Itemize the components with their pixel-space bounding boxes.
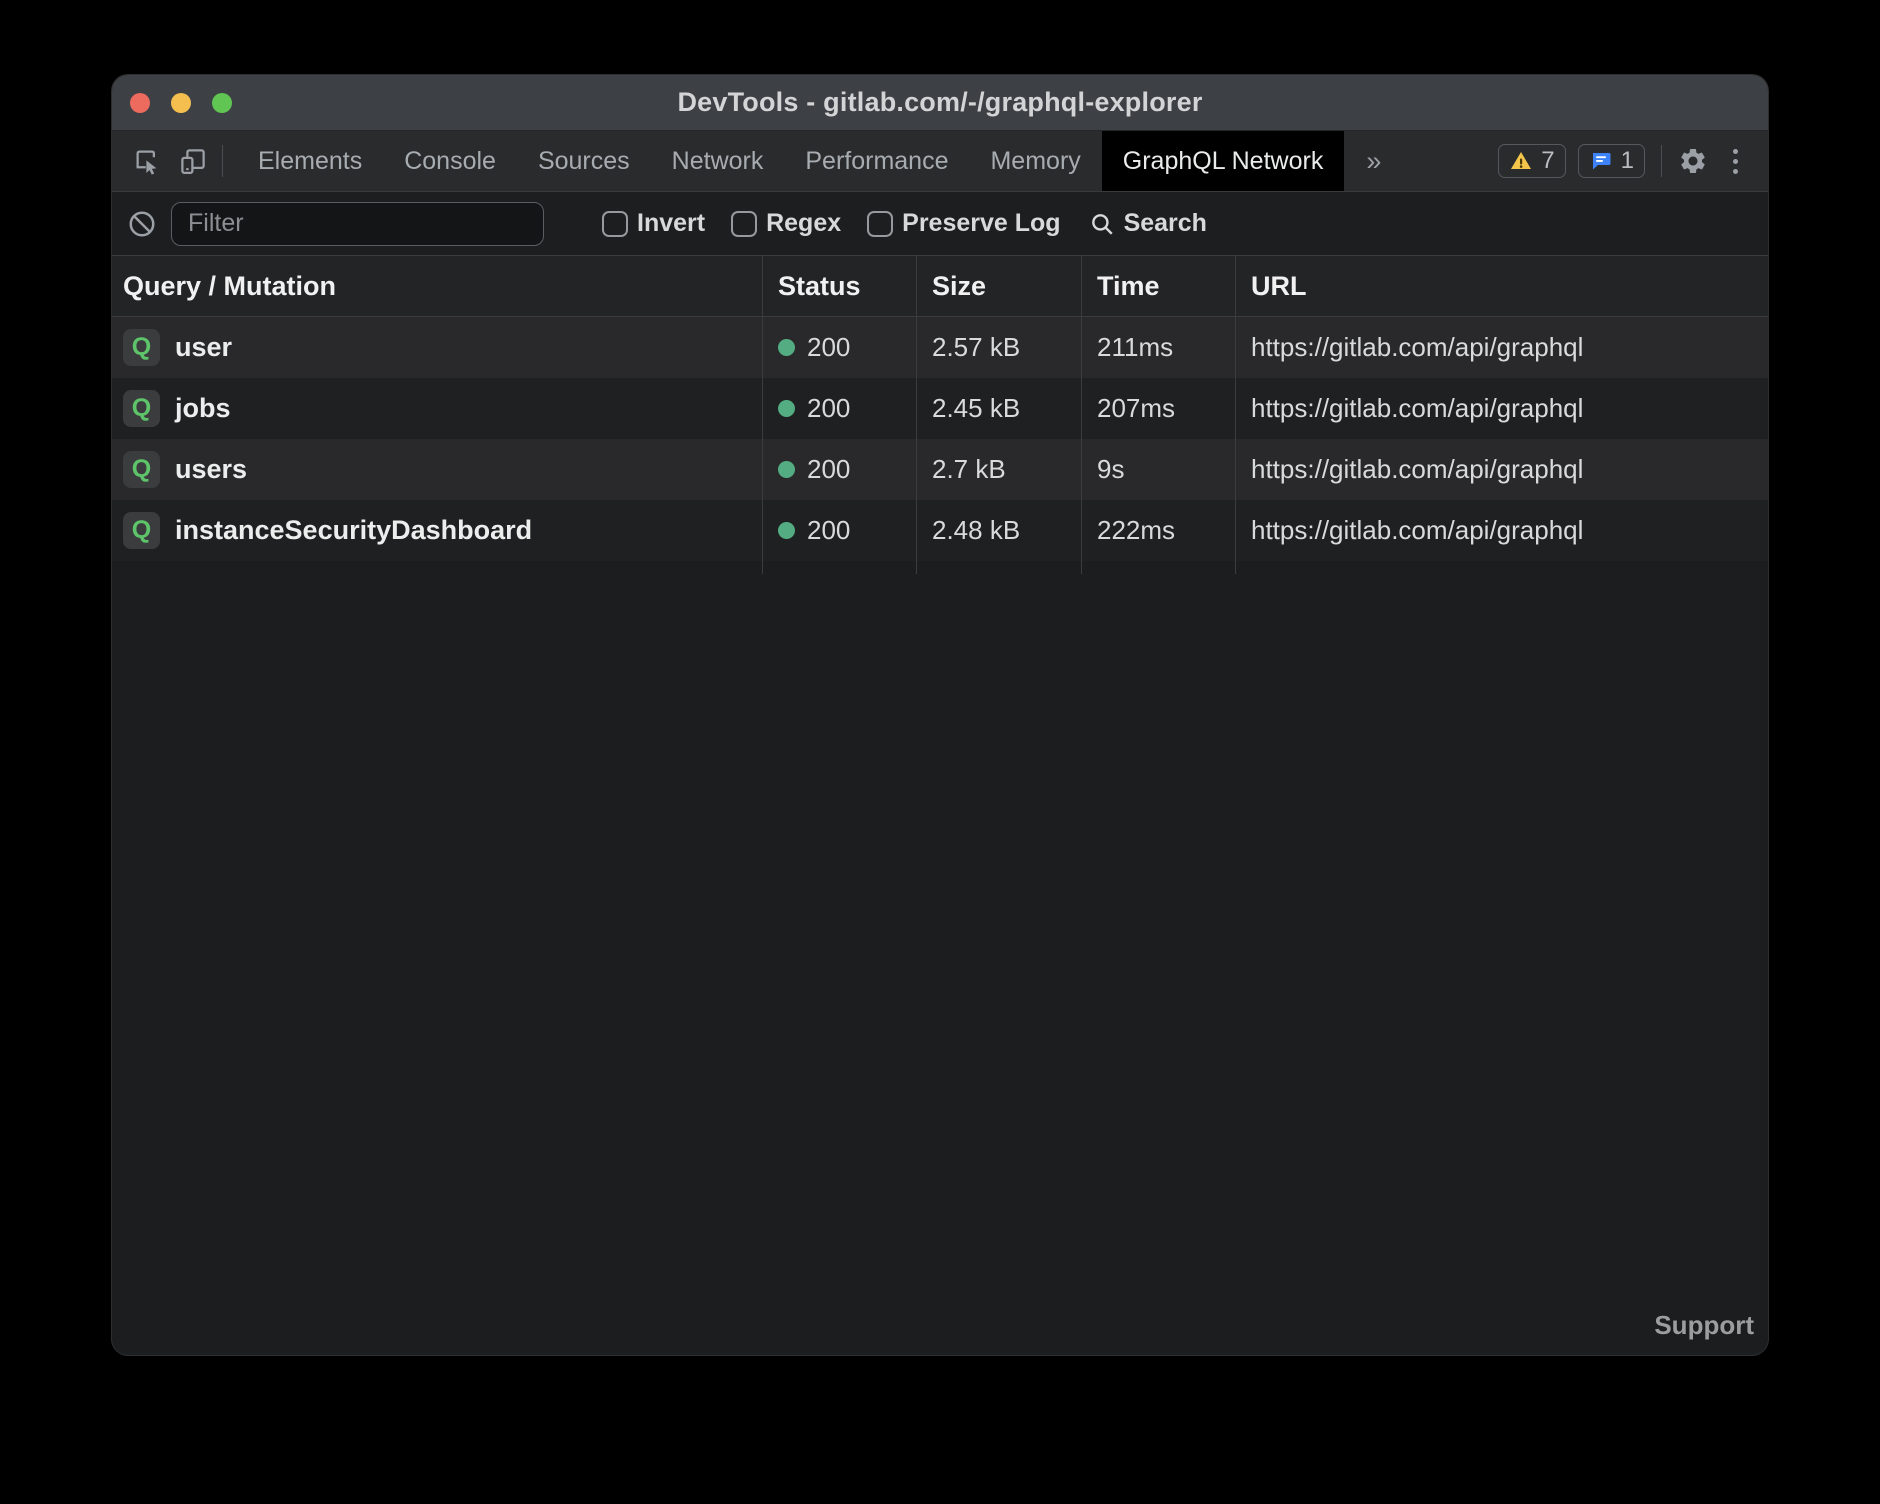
panel-tabs: Elements Console Sources Network Perform… <box>237 131 1344 191</box>
column-header-time[interactable]: Time <box>1082 256 1236 316</box>
kebab-menu-icon <box>1733 149 1738 154</box>
clear-log-button[interactable] <box>125 207 159 241</box>
devtools-tab-bar: Elements Console Sources Network Perform… <box>112 131 1768 192</box>
table-row[interactable]: Q jobs 200 2.45 kB 207ms https://gitlab.… <box>112 378 1768 439</box>
requests-table: Query / Mutation Status Size Time URL Q … <box>112 255 1768 574</box>
message-count: 1 <box>1621 147 1634 175</box>
size-value: 2.45 kB <box>917 378 1082 439</box>
more-tabs-button[interactable]: » <box>1344 131 1403 191</box>
query-type-badge: Q <box>123 390 160 427</box>
gear-icon <box>1678 146 1708 176</box>
inspect-element-button[interactable] <box>132 146 162 176</box>
query-name: instanceSecurityDashboard <box>175 515 532 546</box>
warnings-badge[interactable]: 7 <box>1498 144 1565 178</box>
block-circle-icon <box>127 209 157 239</box>
filter-input[interactable] <box>171 202 544 246</box>
status-value: 200 <box>807 393 850 424</box>
size-value: 2.57 kB <box>917 317 1082 378</box>
size-value: 2.48 kB <box>917 500 1082 561</box>
toolbar-separator <box>222 145 223 177</box>
search-button[interactable]: Search <box>1089 209 1207 238</box>
preserve-log-checkbox[interactable] <box>867 211 893 237</box>
preserve-log-label: Preserve Log <box>902 209 1060 238</box>
network-filter-toolbar: Invert Regex Preserve Log Search <box>112 192 1768 255</box>
settings-button[interactable] <box>1678 146 1708 176</box>
tab-elements[interactable]: Elements <box>237 131 383 191</box>
close-window-button[interactable] <box>130 93 150 113</box>
regex-label: Regex <box>766 209 841 238</box>
query-type-badge: Q <box>123 512 160 549</box>
tab-sources[interactable]: Sources <box>517 131 651 191</box>
tab-graphql-network[interactable]: GraphQL Network <box>1102 131 1345 191</box>
table-row[interactable]: Q users 200 2.7 kB 9s https://gitlab.com… <box>112 439 1768 500</box>
url-value: https://gitlab.com/api/graphql <box>1236 500 1768 561</box>
url-value: https://gitlab.com/api/graphql <box>1236 317 1768 378</box>
customize-devtools-button[interactable] <box>1720 149 1750 174</box>
time-value: 222ms <box>1082 500 1236 561</box>
status-value: 200 <box>807 454 850 485</box>
minimize-window-button[interactable] <box>171 93 191 113</box>
column-line-stubs <box>112 561 1768 574</box>
url-value: https://gitlab.com/api/graphql <box>1236 378 1768 439</box>
column-header-size[interactable]: Size <box>917 256 1082 316</box>
status-value: 200 <box>807 515 850 546</box>
window-title: DevTools - gitlab.com/-/graphql-explorer <box>677 87 1202 118</box>
invert-checkbox[interactable] <box>602 211 628 237</box>
inspect-cursor-icon <box>132 146 162 176</box>
chevron-double-right-icon: » <box>1366 146 1381 177</box>
message-bubble-icon <box>1589 149 1613 173</box>
toggle-device-toolbar-button[interactable] <box>178 146 208 176</box>
badge-separator <box>1661 145 1662 177</box>
url-value: https://gitlab.com/api/graphql <box>1236 439 1768 500</box>
search-icon <box>1089 211 1115 237</box>
tab-performance[interactable]: Performance <box>784 131 969 191</box>
regex-checkbox[interactable] <box>731 211 757 237</box>
time-value: 9s <box>1082 439 1236 500</box>
devtools-window: DevTools - gitlab.com/-/graphql-explorer <box>112 75 1768 1355</box>
status-ok-dot <box>778 400 795 417</box>
tab-console[interactable]: Console <box>383 131 517 191</box>
time-value: 211ms <box>1082 317 1236 378</box>
query-name: users <box>175 454 247 485</box>
invert-label: Invert <box>637 209 705 238</box>
column-header-status[interactable]: Status <box>763 256 917 316</box>
status-ok-dot <box>778 522 795 539</box>
invert-checkbox-group[interactable]: Invert <box>602 209 705 238</box>
regex-checkbox-group[interactable]: Regex <box>731 209 841 238</box>
query-name: jobs <box>175 393 231 424</box>
window-controls <box>130 93 232 113</box>
tab-memory[interactable]: Memory <box>969 131 1101 191</box>
query-name: user <box>175 332 232 363</box>
warning-triangle-icon <box>1509 149 1533 173</box>
status-ok-dot <box>778 339 795 356</box>
tab-network[interactable]: Network <box>651 131 785 191</box>
time-value: 207ms <box>1082 378 1236 439</box>
table-header: Query / Mutation Status Size Time URL <box>112 255 1768 317</box>
device-toolbar-icon <box>178 146 208 176</box>
column-header-url[interactable]: URL <box>1236 256 1768 316</box>
search-label: Search <box>1124 209 1207 238</box>
preserve-log-checkbox-group[interactable]: Preserve Log <box>867 209 1060 238</box>
size-value: 2.7 kB <box>917 439 1082 500</box>
table-row[interactable]: Q instanceSecurityDashboard 200 2.48 kB … <box>112 500 1768 561</box>
query-type-badge: Q <box>123 329 160 366</box>
status-ok-dot <box>778 461 795 478</box>
issues-badge[interactable]: 1 <box>1578 144 1645 178</box>
table-row[interactable]: Q user 200 2.57 kB 211ms https://gitlab.… <box>112 317 1768 378</box>
column-header-query-mutation[interactable]: Query / Mutation <box>112 256 763 316</box>
query-type-badge: Q <box>123 451 160 488</box>
warning-count: 7 <box>1541 147 1554 175</box>
support-link[interactable]: Support <box>1654 1310 1754 1341</box>
zoom-window-button[interactable] <box>212 93 232 113</box>
status-value: 200 <box>807 332 850 363</box>
title-bar: DevTools - gitlab.com/-/graphql-explorer <box>112 75 1768 131</box>
